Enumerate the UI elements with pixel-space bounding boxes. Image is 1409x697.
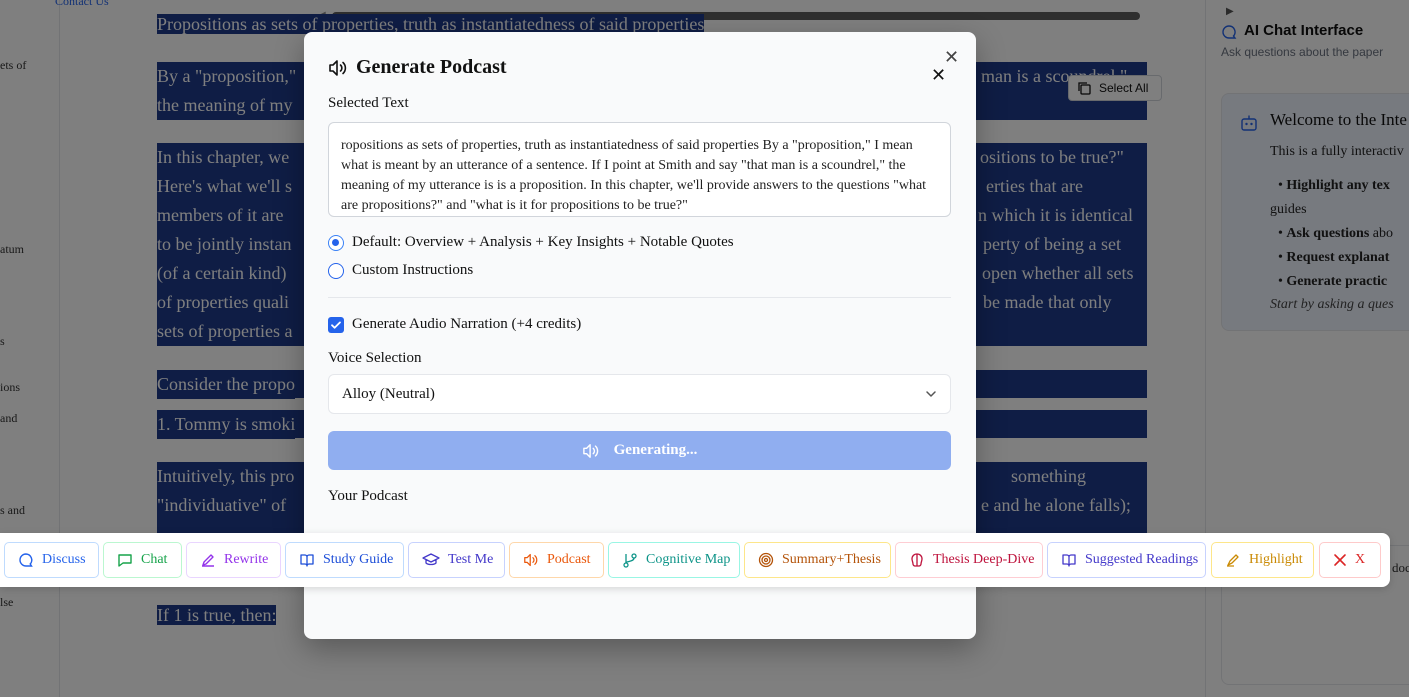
summary-thesis-label: Summary+Thesis [782,552,881,567]
cognitive-map-label: Cognitive Map [646,552,731,567]
test-me-label: Test Me [448,552,494,567]
checkbox-checked-icon[interactable] [328,316,344,333]
suggested-readings-label: Suggested Readings [1085,552,1199,567]
chevron-down-icon [926,391,936,397]
highlight-label: Highlight [1249,552,1303,567]
thesis-deep-dive-button[interactable]: Thesis Deep-Dive [895,542,1043,578]
discuss-button[interactable]: Discuss [4,542,99,578]
option-default-radio[interactable]: Default: Overview + Analysis + Key Insig… [328,234,734,251]
selected-text-label: Selected Text [328,95,409,111]
voice-selection-label: Voice Selection [328,350,422,366]
target-icon [758,552,774,568]
selection-toolbar: Discuss Chat Rewrite Study Guide Test Me… [0,533,1390,587]
git-branch-icon [623,553,637,568]
pen-icon [202,554,214,567]
graduation-cap-icon [422,553,440,566]
highlighter-icon [1227,554,1239,567]
selected-text-area[interactable]: ropositions as sets of properties, truth… [328,122,951,217]
podcast-label: Podcast [547,552,591,567]
generate-button[interactable]: Generating... [328,431,951,470]
chat-button[interactable]: Chat [103,542,182,578]
message-circle-icon [19,553,33,567]
close-icon[interactable]: ✕ [931,65,946,86]
rewrite-button[interactable]: Rewrite [186,542,281,578]
your-podcast-label: Your Podcast [328,488,408,504]
test-me-button[interactable]: Test Me [408,542,505,578]
option-default-label: Default: Overview + Analysis + Key Insig… [352,234,734,250]
speaker-icon [582,443,598,458]
speaker-icon [329,59,347,76]
brain-icon [911,553,923,567]
radio-unchecked-icon[interactable] [328,262,344,279]
modal-header: Generate Podcast [328,56,507,79]
close-toolbar-button[interactable]: X [1319,542,1381,578]
study-guide-label: Study Guide [323,552,394,567]
summary-thesis-button[interactable]: Summary+Thesis [744,542,891,578]
option-custom-label: Custom Instructions [352,262,474,278]
podcast-button[interactable]: Podcast [509,542,604,578]
audio-narration-checkbox[interactable]: Generate Audio Narration (+4 credits) [328,316,581,333]
voice-select-value: Alloy (Neutral) [342,385,435,402]
chat-label: Chat [141,552,168,567]
voice-select[interactable]: Alloy (Neutral) [328,374,951,414]
highlight-button[interactable]: Highlight [1211,542,1314,578]
modal-title: Generate Podcast [356,56,507,78]
divider [328,297,951,298]
thesis-deep-dive-label: Thesis Deep-Dive [933,552,1035,567]
study-guide-button[interactable]: Study Guide [285,542,404,578]
suggested-readings-button[interactable]: Suggested Readings [1047,542,1206,578]
cognitive-map-button[interactable]: Cognitive Map [608,542,740,578]
book-open-icon [300,554,314,567]
option-custom-radio[interactable]: Custom Instructions [328,262,473,279]
close-toolbar-label: X [1355,552,1366,567]
message-square-icon [118,554,132,567]
discuss-label: Discuss [42,552,86,567]
audio-narration-label: Generate Audio Narration (+4 credits) [352,316,582,332]
speaker-icon [524,553,538,567]
radio-checked-icon[interactable] [328,234,344,251]
book-open-icon [1062,554,1076,567]
close-icon[interactable]: ✕ [944,47,959,68]
close-icon [1334,554,1346,566]
rewrite-label: Rewrite [224,552,269,567]
generate-button-label: Generating... [613,442,698,458]
